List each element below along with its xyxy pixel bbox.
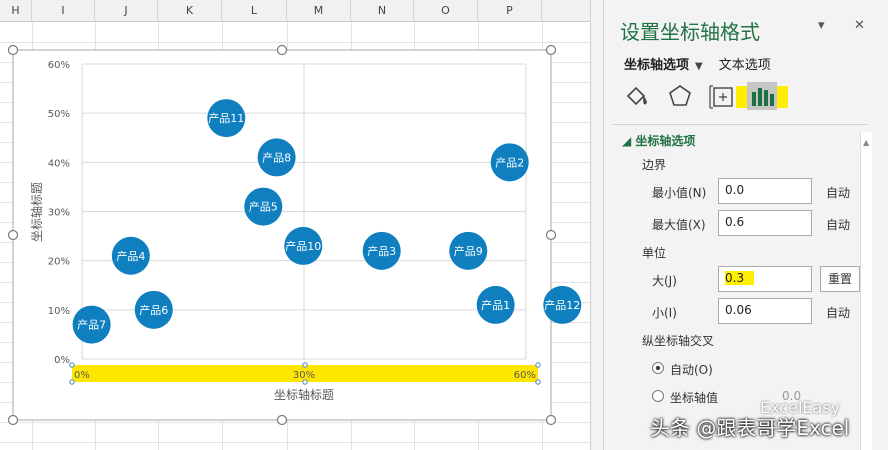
major-unit-input[interactable]: 0.3 xyxy=(718,266,812,292)
chart-resize-handle[interactable] xyxy=(545,229,557,241)
reset-button[interactable]: 重置 xyxy=(820,266,860,292)
x-axis-handle[interactable] xyxy=(69,362,75,368)
y-tick-label: 10% xyxy=(48,306,70,317)
x-axis-handle[interactable] xyxy=(535,362,541,368)
major-unit-label: 大(J) xyxy=(652,274,677,288)
chart-resize-handle[interactable] xyxy=(276,414,288,426)
pane-tabs: 坐标轴选项 ▼ 文本选项 xyxy=(624,54,777,73)
chart-resize-handle[interactable] xyxy=(7,414,19,426)
x-tick-label: 60% xyxy=(514,370,536,381)
chart-resize-handle[interactable] xyxy=(7,229,19,241)
tab-text-options[interactable]: 文本选项 xyxy=(719,58,771,73)
bubble-data-label: 产品6 xyxy=(139,303,168,317)
pane-scrollbar[interactable]: ▲ xyxy=(860,132,872,450)
bubble-data-label: 产品10 xyxy=(285,239,321,253)
y-tick-label: 60% xyxy=(48,60,70,71)
max-auto-label[interactable]: 自动 xyxy=(826,216,850,233)
bubble-data-label: 产品3 xyxy=(367,244,396,258)
section-title: 坐标轴选项 xyxy=(635,134,696,148)
y-tick-label: 50% xyxy=(48,109,70,120)
excel-window: HIJKLMNOP 0% 10% 20% 30% 40% 50% 60% 0% 30% 60% 坐标… xyxy=(0,0,888,450)
x-axis-handle[interactable] xyxy=(302,362,308,368)
max-label: 最大值(X) xyxy=(652,218,706,232)
caret-down-icon[interactable]: ▼ xyxy=(695,61,703,72)
chart-resize-handle[interactable] xyxy=(545,44,557,56)
pane-title: 设置坐标轴格式 xyxy=(620,20,760,44)
min-auto-label[interactable]: 自动 xyxy=(826,184,850,201)
bubble-data-label: 产品7 xyxy=(77,318,106,332)
axis-options-section[interactable]: ◢ 坐标轴选项 xyxy=(622,132,695,149)
y-tick-label: 20% xyxy=(48,257,70,268)
cross-auto-label: 自动(O) xyxy=(670,363,713,377)
minor-unit-label: 小(I) xyxy=(652,306,677,320)
cross-value-radio[interactable] xyxy=(652,390,664,402)
vertical-scrollbar[interactable] xyxy=(590,0,604,450)
minor-unit-value: 0.06 xyxy=(725,303,752,317)
effects-pentagon-icon[interactable] xyxy=(664,80,696,112)
bubble-data-label: 产品8 xyxy=(262,150,291,164)
y-tick-label: 40% xyxy=(48,158,70,169)
bubble-data-label: 产品2 xyxy=(495,155,524,169)
chart-resize-handle[interactable] xyxy=(545,414,557,426)
format-axis-pane: 设置坐标轴格式 ▾ ✕ 坐标轴选项 ▼ 文本选项 ◢ 坐标轴选项 边界 最小值(N)… xyxy=(604,0,888,450)
minor-unit-input[interactable]: 0.06 xyxy=(718,298,812,324)
y-axis-title[interactable]: 坐标轴标题 xyxy=(29,182,44,242)
bubble-data-label: 产品5 xyxy=(249,200,278,214)
pane-separator xyxy=(612,124,868,125)
x-axis-title[interactable]: 坐标轴标题 xyxy=(274,387,334,402)
fill-line-icon[interactable] xyxy=(622,80,654,112)
max-input[interactable]: 0.6 xyxy=(718,210,812,236)
min-value: 0.0 xyxy=(725,183,745,197)
bubble-data-label: 产品1 xyxy=(481,298,510,312)
tab-axis-options[interactable]: 坐标轴选项 xyxy=(624,58,689,73)
axis-cross-label: 纵坐标轴交叉 xyxy=(642,334,715,348)
bubble-chart[interactable]: 0%10%20%30%40%50%60%0% 30% 60%坐标轴标题坐标轴标题产品… xyxy=(0,0,590,450)
bubble-data-label: 产品12 xyxy=(544,298,580,312)
size-properties-icon[interactable] xyxy=(706,80,738,112)
major-unit-value: 0.3 xyxy=(725,271,755,285)
close-icon[interactable]: ✕ xyxy=(854,18,865,33)
pane-options-icon[interactable]: ▾ xyxy=(818,18,825,33)
chart-resize-handle[interactable] xyxy=(276,44,288,56)
min-label: 最小值(N) xyxy=(652,186,707,200)
x-axis-handle[interactable] xyxy=(535,379,541,385)
chart-resize-handle[interactable] xyxy=(7,44,19,56)
x-tick-label: 0% xyxy=(74,370,90,381)
x-tick-label: 30% xyxy=(293,370,315,381)
bounds-label: 边界 xyxy=(642,158,667,172)
y-tick-label: 0% xyxy=(54,355,70,366)
bubble-data-label: 产品11 xyxy=(208,111,244,125)
max-value: 0.6 xyxy=(725,215,745,229)
bubble-data-label: 产品4 xyxy=(116,249,145,263)
units-label: 单位 xyxy=(642,246,667,260)
y-tick-label: 30% xyxy=(48,208,70,219)
minor-auto-label[interactable]: 自动 xyxy=(826,304,850,321)
bubble-data-label: 产品9 xyxy=(454,244,483,258)
cross-value-label: 坐标轴值 xyxy=(670,391,719,405)
axis-options-chart-icon[interactable] xyxy=(746,80,778,112)
min-input[interactable]: 0.0 xyxy=(718,178,812,204)
cross-auto-radio[interactable] xyxy=(652,362,664,374)
watermark-author: 头条 @跟表哥学Excel xyxy=(650,416,850,440)
scroll-up-icon[interactable]: ▲ xyxy=(863,138,869,147)
